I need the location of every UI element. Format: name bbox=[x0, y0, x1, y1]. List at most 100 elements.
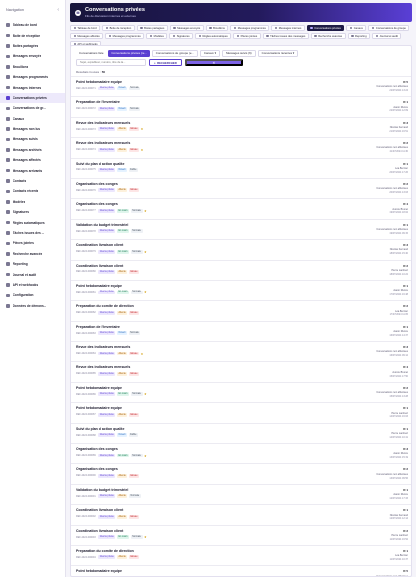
conversation-title[interactable]: Coordination livraison client bbox=[76, 243, 123, 247]
shortcut-chip[interactable]: Règles automatiques bbox=[195, 33, 232, 39]
conversation-row[interactable]: Coordination livraison client REF-2024-00… bbox=[71, 239, 411, 259]
search-input[interactable] bbox=[76, 59, 146, 66]
conversation-title[interactable]: Point hebdomadaire equipe bbox=[76, 569, 122, 573]
star-icon[interactable]: ★ bbox=[144, 392, 147, 396]
shortcut-chip[interactable]: Brouillons bbox=[205, 25, 229, 31]
conversation-title[interactable]: Preparation de l'inventaire bbox=[76, 100, 120, 104]
sidebar-item[interactable]: Modèles bbox=[0, 197, 65, 207]
conversation-row[interactable]: Organisation des conges REF-2024-000090 In… bbox=[71, 463, 411, 483]
sidebar-item[interactable]: Journal et audit bbox=[0, 269, 65, 279]
conversation-row[interactable]: Point hebdomadaire equipe REF-2024-000071… bbox=[71, 76, 411, 96]
conversation-row[interactable]: Revue des indicateurs mensuels REF-2024-0… bbox=[71, 137, 411, 157]
sidebar-item[interactable]: Contacts bbox=[0, 176, 65, 186]
star-icon[interactable]: ★ bbox=[141, 148, 144, 152]
shortcut-chip[interactable]: Tableau de bord bbox=[70, 25, 101, 31]
sidebar-item[interactable]: Messages archivés bbox=[0, 145, 65, 155]
sidebar-item[interactable]: Reporting bbox=[0, 259, 65, 269]
tab[interactable]: Conversations récentes ▾ bbox=[257, 50, 299, 57]
tab[interactable]: Canaux ▾ bbox=[199, 50, 221, 57]
sidebar-item[interactable]: Pièces jointes bbox=[0, 238, 65, 248]
tab[interactable]: Messages suivis (6) bbox=[222, 50, 256, 57]
conversation-row[interactable]: Revue des indicateurs mensuels REF-2024-0… bbox=[71, 116, 411, 137]
star-icon[interactable]: ★ bbox=[144, 290, 147, 294]
sidebar-item[interactable]: Données de démons... bbox=[0, 301, 65, 311]
conversation-title[interactable]: Validation du budget trimestriel bbox=[76, 488, 128, 492]
sidebar-item[interactable]: Configuration bbox=[0, 290, 65, 300]
sidebar-item[interactable]: Boites partagées bbox=[0, 41, 65, 51]
shortcut-chip[interactable]: Recherche avancée bbox=[310, 33, 346, 39]
conversation-row[interactable]: Revue des indicateurs mensuels REF-2024-0… bbox=[71, 341, 411, 361]
conversation-row[interactable]: Preparation de l'inventaire REF-2024-0000… bbox=[71, 96, 411, 116]
shortcut-chip[interactable]: Signatures bbox=[169, 33, 194, 39]
search-button[interactable]: ⌕ RECHERCHER bbox=[149, 59, 182, 66]
tab[interactable]: Conversations liste bbox=[76, 50, 106, 57]
conversation-row[interactable]: Coordination livraison client REF-2024-00… bbox=[71, 504, 411, 524]
conversation-title[interactable]: Organisation des conges bbox=[76, 447, 118, 451]
conversation-title[interactable]: Validation du budget trimestriel bbox=[76, 223, 128, 227]
conversation-title[interactable]: Suivi du plan d action qualite bbox=[76, 162, 124, 166]
conversation-row[interactable]: Preparation du comite de direction REF-20… bbox=[71, 544, 411, 565]
tab[interactable]: Conversations de groupe (e... bbox=[151, 50, 198, 57]
conversation-row[interactable]: Organisation des conges REF-2024-000089 In… bbox=[71, 443, 411, 463]
sidebar-item[interactable]: Conversations privées bbox=[0, 92, 65, 104]
shortcut-chip[interactable]: Pièces jointes bbox=[233, 33, 261, 39]
conversation-row[interactable]: Point hebdomadaire equipe REF-2024-000086… bbox=[71, 381, 411, 402]
conversation-row[interactable]: Suivi du plan d action qualite REF-2024-0… bbox=[71, 157, 411, 178]
shortcut-chip[interactable]: Conversations de groupe bbox=[368, 25, 410, 31]
collapse-sidebar-icon[interactable]: ‹ bbox=[57, 7, 59, 13]
conversation-title[interactable]: Organisation des conges bbox=[76, 202, 118, 206]
conversation-title[interactable]: Suivi du plan d action qualite bbox=[76, 427, 124, 431]
conversation-title[interactable]: Revue des indicateurs mensuels bbox=[76, 121, 130, 125]
shortcut-chip[interactable]: Messages envoyés bbox=[169, 25, 204, 31]
sidebar-item[interactable]: Règles automatiques bbox=[0, 217, 65, 227]
sidebar-item[interactable]: Messages non lus bbox=[0, 124, 65, 134]
sidebar-item[interactable]: Signatures bbox=[0, 207, 65, 217]
sidebar-item[interactable]: Messages suivis bbox=[0, 134, 65, 144]
conversation-title[interactable]: Organisation des conges bbox=[76, 182, 118, 186]
sidebar-item[interactable]: Boite de réception bbox=[0, 30, 65, 40]
star-icon[interactable]: ★ bbox=[144, 250, 147, 254]
conversation-title[interactable]: Revue des indicateurs mensuels bbox=[76, 365, 130, 369]
tab[interactable]: Conversations privées (re... bbox=[108, 50, 150, 57]
clear-search-button[interactable]: ✕ bbox=[184, 59, 243, 66]
shortcut-chip[interactable]: Messages affectés bbox=[70, 33, 104, 39]
conversation-title[interactable]: Coordination livraison client bbox=[76, 264, 123, 268]
conversation-row[interactable]: Validation du budget trimestriel REF-2024… bbox=[71, 218, 411, 239]
conversation-row[interactable]: Preparation du comite de direction REF-20… bbox=[71, 300, 411, 320]
star-icon[interactable]: ★ bbox=[144, 535, 147, 539]
sidebar-item[interactable]: Tâches issues des ... bbox=[0, 228, 65, 238]
conversation-row[interactable]: Organisation des conges REF-2024-000077 In… bbox=[71, 198, 411, 218]
conversation-title[interactable]: Coordination livraison client bbox=[76, 508, 123, 512]
star-icon[interactable]: ★ bbox=[141, 127, 144, 131]
sidebar-item[interactable]: Canaux bbox=[0, 114, 65, 124]
shortcut-chip[interactable]: Modèles bbox=[146, 33, 168, 39]
conversation-title[interactable]: Revue des indicateurs mensuels bbox=[76, 345, 130, 349]
sidebar-item[interactable]: Contacts récents bbox=[0, 186, 65, 196]
conversation-row[interactable]: Point hebdomadaire equipe REF-2024-000087… bbox=[71, 402, 411, 422]
conversation-title[interactable]: Point hebdomadaire equipe bbox=[76, 284, 122, 288]
conversation-row[interactable]: Preparation de l'inventaire REF-2024-0000… bbox=[71, 320, 411, 341]
conversation-title[interactable]: Coordination livraison client bbox=[76, 529, 123, 533]
shortcut-chip[interactable]: Journal et audit bbox=[372, 33, 402, 39]
shortcut-chip[interactable]: Messages internes bbox=[271, 25, 305, 31]
conversation-title[interactable]: Point hebdomadaire equipe bbox=[76, 80, 122, 84]
star-icon[interactable]: ★ bbox=[141, 352, 144, 356]
shortcut-chip[interactable]: Boite de réception bbox=[102, 25, 135, 31]
shortcut-chip[interactable]: Messages programmés bbox=[230, 25, 270, 31]
shortcut-chip[interactable]: Canaux bbox=[346, 25, 367, 31]
shortcut-chip[interactable]: Boites partagées bbox=[136, 25, 168, 31]
conversation-title[interactable]: Preparation du comite de direction bbox=[76, 304, 134, 308]
sidebar-item[interactable]: Conversations de gr... bbox=[0, 103, 65, 113]
sidebar-item[interactable]: Messages affectés bbox=[0, 155, 65, 165]
shortcut-chip[interactable]: Reporting bbox=[347, 33, 371, 39]
conversation-row[interactable]: Validation du budget trimestriel REF-2024… bbox=[71, 483, 411, 504]
shortcut-chip[interactable]: Conversations privées bbox=[306, 25, 345, 31]
shortcut-chip[interactable]: Messages programmés bbox=[105, 33, 145, 39]
conversation-title[interactable]: Point hebdomadaire equipe bbox=[76, 386, 122, 390]
sidebar-item[interactable]: Messages envoyés bbox=[0, 51, 65, 61]
conversation-row[interactable]: Coordination livraison client REF-2024-00… bbox=[71, 259, 411, 280]
star-icon[interactable]: ★ bbox=[144, 209, 147, 213]
conversation-title[interactable]: Point hebdomadaire equipe bbox=[76, 406, 122, 410]
conversation-title[interactable]: Revue des indicateurs mensuels bbox=[76, 141, 130, 145]
conversation-row[interactable]: Coordination livraison client REF-2024-00… bbox=[71, 524, 411, 545]
